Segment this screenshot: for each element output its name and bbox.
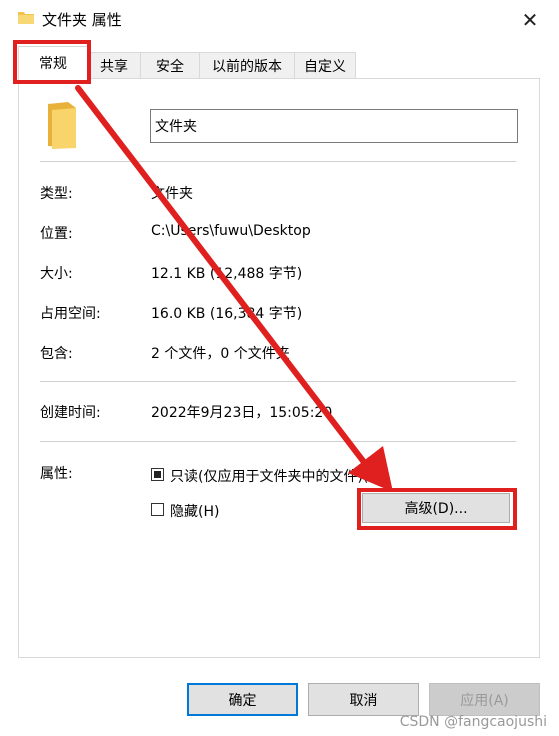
size-label: 大小: [40,266,73,282]
folder-icon [18,12,34,24]
divider [40,381,516,382]
readonly-label: 只读(仅应用于文件夹中的文件)(R) [170,469,384,485]
apply-button-label: 应用(A) [460,692,509,709]
apply-button: 应用(A) [429,683,540,716]
created-label: 创建时间: [40,405,101,421]
size-value: 12.1 KB (12,488 字节) [151,266,303,282]
close-icon[interactable]: ✕ [512,5,548,35]
location-value: C:\Users\fuwu\Desktop [151,223,311,239]
ok-button[interactable]: 确定 [187,683,298,716]
size-on-disk-label: 占用空间: [40,306,101,322]
tab-sharing[interactable]: 共享 [87,52,141,78]
cancel-button[interactable]: 取消 [308,683,419,716]
tab-label: 以前的版本 [212,58,282,75]
folder-name-input[interactable] [150,109,518,143]
cancel-button-label: 取消 [349,692,378,709]
tab-customize[interactable]: 自定义 [294,52,356,78]
ok-button-label: 确定 [228,692,257,709]
divider [40,161,516,162]
button-highlight-box [357,488,517,530]
tab-label: 共享 [100,58,128,75]
type-label: 类型: [40,186,73,202]
tab-label: 安全 [156,58,184,75]
readonly-checkbox[interactable] [151,468,164,481]
divider [40,441,516,442]
title-bar: 文件夹 属性 ✕ [0,0,559,40]
size-on-disk-value: 16.0 KB (16,384 字节) [151,306,303,322]
contains-value: 2 个文件，0 个文件夹 [151,346,290,362]
folder-large-icon [48,102,76,149]
general-tab-panel [18,78,540,658]
tab-security[interactable]: 安全 [140,52,200,78]
window-title: 文件夹 属性 [42,11,122,29]
created-value: 2022年9月23日，15:05:20 [151,405,333,421]
hidden-label: 隐藏(H) [170,504,220,520]
attributes-label: 属性: [40,466,73,482]
hidden-checkbox[interactable] [151,503,164,516]
watermark: CSDN @fangcaojushi [399,714,547,730]
tab-highlight-box [13,40,91,84]
tab-label: 自定义 [304,58,346,75]
contains-label: 包含: [40,346,73,362]
type-value: 文件夹 [151,186,193,202]
tab-previous-versions[interactable]: 以前的版本 [199,52,295,78]
location-label: 位置: [40,226,73,242]
